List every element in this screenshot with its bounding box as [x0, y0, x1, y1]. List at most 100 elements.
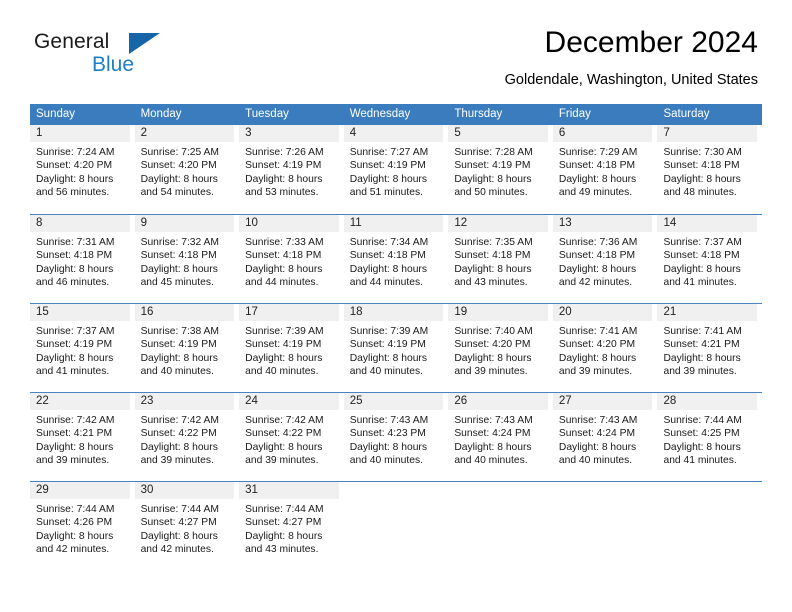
- day-sun-info: [344, 499, 444, 503]
- day-number: 1: [30, 125, 130, 142]
- daylight-text-line2: and 40 minutes.: [245, 366, 319, 378]
- calendar-grid: Sunday Monday Tuesday Wednesday Thursday…: [30, 104, 762, 570]
- sunset-text: Sunset: 4:18 PM: [140, 250, 217, 262]
- calendar-day-cell[interactable]: 28 Sunrise: 7:44 AM Sunset: 4:25 PM Dayligh…: [657, 393, 762, 481]
- day-number: 23: [134, 393, 235, 410]
- sunrise-text: Sunrise: 7:28 AM: [454, 147, 533, 158]
- calendar-day-cell[interactable]: 20 Sunrise: 7:41 AM Sunset: 4:20 PM Dayligh…: [552, 304, 658, 392]
- day-number: 8: [30, 215, 130, 232]
- daylight-text-line1: Daylight: 8 hours: [245, 441, 323, 453]
- calendar-day-cell[interactable]: 2 Sunrise: 7:25 AM Sunset: 4:20 PM Daylight…: [134, 125, 240, 214]
- daylight-text-line2: and 43 minutes.: [245, 544, 319, 556]
- daylight-text-line2: and 56 minutes.: [36, 187, 110, 199]
- sunset-text: Sunset: 4:24 PM: [558, 428, 636, 440]
- sunset-text: Sunset: 4:18 PM: [349, 250, 426, 262]
- weekday-header-wednesday: Wednesday: [349, 108, 411, 120]
- calendar-day-cell[interactable]: 26 Sunrise: 7:43 AM Sunset: 4:24 PM Dayligh…: [448, 393, 553, 481]
- sunrise-text: Sunrise: 7:39 AM: [245, 326, 324, 337]
- calendar-day-cell[interactable]: 9 Sunrise: 7:32 AM Sunset: 4:18 PM Daylight…: [134, 215, 240, 303]
- calendar-day-cell[interactable]: 21 Sunrise: 7:41 AM Sunset: 4:21 PM Dayligh…: [657, 304, 762, 392]
- calendar-day-cell[interactable]: 10 Sunrise: 7:33 AM Sunset: 4:18 PM Dayligh…: [239, 215, 344, 303]
- calendar-day-cell[interactable]: 14 Sunrise: 7:37 AM Sunset: 4:18 PM Dayligh…: [657, 215, 762, 303]
- daylight-text-line1: Daylight: 8 hours: [663, 352, 741, 364]
- day-sun-info: Sunrise: 7:43 AM Sunset: 4:24 PM Daylight:…: [448, 410, 548, 468]
- calendar-day-cell[interactable]: 23 Sunrise: 7:42 AM Sunset: 4:22 PM Dayligh…: [134, 393, 240, 481]
- calendar-day-cell[interactable]: 4 Sunrise: 7:27 AM Sunset: 4:19 PM Daylight…: [343, 125, 449, 214]
- logo-text-general: General: [34, 30, 110, 53]
- daylight-text-line1: Daylight: 8 hours: [349, 441, 428, 453]
- daylight-text-line2: and 39 minutes.: [140, 455, 214, 467]
- day-number: 6: [552, 125, 653, 142]
- calendar-day-cell[interactable]: 3 Sunrise: 7:26 AM Sunset: 4:19 PM Daylight…: [239, 125, 344, 214]
- daylight-text-line2: and 42 minutes.: [140, 544, 214, 556]
- sunrise-text: Sunrise: 7:37 AM: [663, 237, 742, 248]
- day-sun-info: [448, 499, 548, 503]
- sunset-text: Sunset: 4:20 PM: [454, 339, 531, 351]
- page-header: General Blue December 2024 Goldendale, W…: [34, 26, 758, 96]
- calendar-day-cell[interactable]: 1 Sunrise: 7:24 AM Sunset: 4:20 PM Daylight…: [30, 125, 135, 214]
- calendar-day-cell[interactable]: 19 Sunrise: 7:40 AM Sunset: 4:20 PM Dayligh…: [448, 304, 553, 392]
- calendar-day-cell[interactable]: 8 Sunrise: 7:31 AM Sunset: 4:18 PM Daylight…: [30, 215, 135, 303]
- day-sun-info: Sunrise: 7:44 AM Sunset: 4:27 PM Daylight:…: [239, 499, 339, 557]
- sunset-text: Sunset: 4:27 PM: [245, 517, 322, 529]
- calendar-day-cell[interactable]: 27 Sunrise: 7:43 AM Sunset: 4:24 PM Dayligh…: [552, 393, 658, 481]
- sunset-text: Sunset: 4:18 PM: [245, 250, 322, 262]
- daylight-text-line2: and 45 minutes.: [140, 277, 214, 289]
- sunset-text: Sunset: 4:18 PM: [36, 250, 113, 262]
- calendar-day-cell[interactable]: 5 Sunrise: 7:28 AM Sunset: 4:19 PM Daylight…: [448, 125, 553, 214]
- generalblue-logo[interactable]: General Blue: [34, 30, 214, 86]
- calendar-day-cell[interactable]: 22 Sunrise: 7:42 AM Sunset: 4:21 PM Dayligh…: [30, 393, 135, 481]
- day-number: 29: [30, 482, 130, 499]
- calendar-day-cell[interactable]: 24 Sunrise: 7:42 AM Sunset: 4:22 PM Dayligh…: [239, 393, 344, 481]
- daylight-text-line2: and 40 minutes.: [349, 366, 424, 378]
- calendar-day-cell[interactable]: 13 Sunrise: 7:36 AM Sunset: 4:18 PM Dayligh…: [552, 215, 658, 303]
- daylight-text-line2: and 49 minutes.: [558, 187, 633, 199]
- sunset-text: Sunset: 4:21 PM: [36, 428, 113, 440]
- day-number: [448, 482, 548, 499]
- daylight-text-line2: and 50 minutes.: [454, 187, 528, 199]
- page-subtitle-location: Goldendale, Washington, United States: [504, 72, 758, 88]
- day-sun-info: Sunrise: 7:35 AM Sunset: 4:18 PM Daylight:…: [448, 232, 548, 290]
- weekday-header-saturday: Saturday: [663, 108, 710, 120]
- day-number: 5: [448, 125, 548, 142]
- sunrise-text: Sunrise: 7:42 AM: [140, 415, 219, 426]
- day-number: 11: [343, 215, 444, 232]
- calendar-day-cell[interactable]: 17 Sunrise: 7:39 AM Sunset: 4:19 PM Dayligh…: [239, 304, 344, 392]
- calendar-day-cell[interactable]: 16 Sunrise: 7:38 AM Sunset: 4:19 PM Dayligh…: [134, 304, 240, 392]
- day-sun-info: Sunrise: 7:44 AM Sunset: 4:27 PM Daylight:…: [135, 499, 235, 557]
- day-sun-info: Sunrise: 7:33 AM Sunset: 4:18 PM Daylight:…: [239, 232, 339, 290]
- calendar-day-cell[interactable]: 18 Sunrise: 7:39 AM Sunset: 4:19 PM Dayligh…: [343, 304, 449, 392]
- day-sun-info: Sunrise: 7:42 AM Sunset: 4:22 PM Daylight:…: [135, 410, 235, 468]
- day-number: [553, 482, 653, 499]
- calendar-day-cell[interactable]: 11 Sunrise: 7:34 AM Sunset: 4:18 PM Dayligh…: [343, 215, 449, 303]
- calendar-day-cell[interactable]: 7 Sunrise: 7:30 AM Sunset: 4:18 PM Daylight…: [657, 125, 762, 214]
- day-sun-info: Sunrise: 7:42 AM Sunset: 4:21 PM Daylight:…: [30, 410, 130, 468]
- sunrise-text: Sunrise: 7:32 AM: [140, 237, 219, 248]
- calendar-day-cell-empty: [553, 482, 658, 570]
- daylight-text-line1: Daylight: 8 hours: [558, 441, 637, 453]
- sunrise-text: Sunrise: 7:43 AM: [558, 415, 638, 426]
- day-sun-info: Sunrise: 7:38 AM Sunset: 4:19 PM Daylight:…: [135, 321, 235, 379]
- daylight-text-line1: Daylight: 8 hours: [36, 173, 114, 185]
- calendar-day-cell[interactable]: 29 Sunrise: 7:44 AM Sunset: 4:26 PM Dayligh…: [30, 482, 135, 570]
- calendar-day-cell[interactable]: 12 Sunrise: 7:35 AM Sunset: 4:18 PM Dayligh…: [448, 215, 553, 303]
- sunrise-text: Sunrise: 7:27 AM: [349, 147, 429, 158]
- day-sun-info: Sunrise: 7:29 AM Sunset: 4:18 PM Daylight:…: [553, 142, 653, 200]
- calendar-day-cell[interactable]: 6 Sunrise: 7:29 AM Sunset: 4:18 PM Daylight…: [552, 125, 658, 214]
- sunset-text: Sunset: 4:19 PM: [349, 339, 426, 351]
- day-number: 24: [239, 393, 339, 410]
- daylight-text-line1: Daylight: 8 hours: [454, 441, 532, 453]
- calendar-day-cell[interactable]: 30 Sunrise: 7:44 AM Sunset: 4:27 PM Dayligh…: [134, 482, 240, 570]
- daylight-text-line2: and 40 minutes.: [454, 455, 528, 467]
- sunset-text: Sunset: 4:25 PM: [663, 428, 740, 440]
- sunrise-text: Sunrise: 7:41 AM: [558, 326, 638, 337]
- calendar-day-cell[interactable]: 15 Sunrise: 7:37 AM Sunset: 4:19 PM Dayligh…: [30, 304, 135, 392]
- sunset-text: Sunset: 4:19 PM: [454, 160, 531, 172]
- daylight-text-line2: and 53 minutes.: [245, 187, 319, 199]
- sunrise-text: Sunrise: 7:42 AM: [245, 415, 324, 426]
- sunrise-text: Sunrise: 7:31 AM: [36, 237, 115, 248]
- calendar-week-row: 29 Sunrise: 7:44 AM Sunset: 4:26 PM Dayligh…: [30, 481, 762, 570]
- sunrise-text: Sunrise: 7:43 AM: [454, 415, 533, 426]
- calendar-day-cell[interactable]: 31 Sunrise: 7:44 AM Sunset: 4:27 PM Dayligh…: [239, 482, 344, 570]
- calendar-day-cell[interactable]: 25 Sunrise: 7:43 AM Sunset: 4:23 PM Dayligh…: [343, 393, 449, 481]
